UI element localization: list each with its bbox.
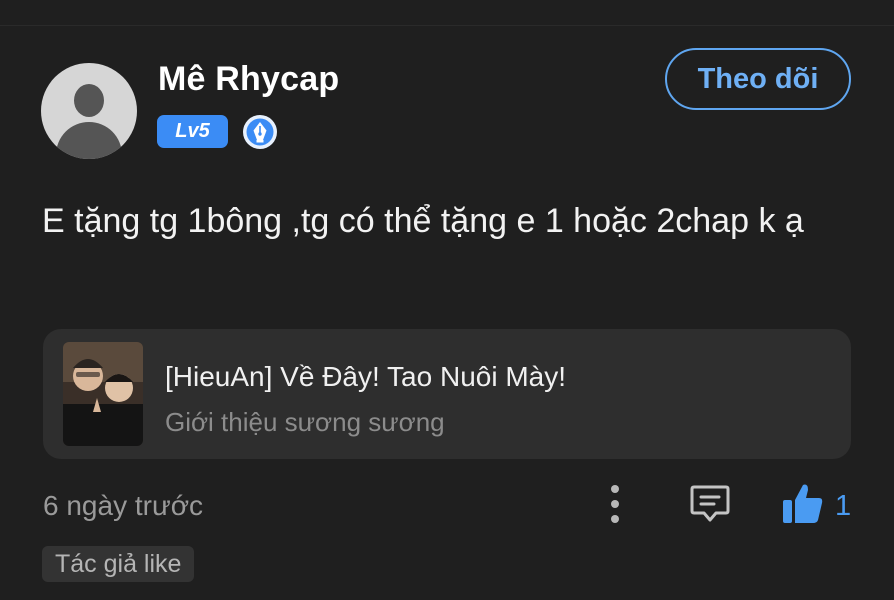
avatar[interactable] — [41, 63, 137, 159]
follow-button[interactable]: Theo dõi — [665, 48, 851, 110]
avatar-shoulders — [56, 122, 122, 159]
more-vertical-icon[interactable] — [598, 482, 632, 526]
story-card[interactable]: [HieuAn] Về Đây! Tao Nuôi Mày! Giới thiệ… — [43, 329, 851, 459]
level-badge: Lv5 — [157, 115, 228, 148]
username[interactable]: Mê Rhycap — [158, 60, 339, 99]
comment-text: E tặng tg 1bông ,tg có thể tặng e 1 hoặc… — [42, 202, 804, 240]
author-like-tag: Tác giả like — [42, 546, 195, 582]
comment-timestamp: 6 ngày trước — [43, 490, 204, 521]
thumbs-up-icon[interactable] — [781, 481, 825, 525]
comment-reply-icon[interactable] — [689, 483, 731, 525]
story-cover-image — [63, 342, 143, 446]
top-divider — [0, 25, 894, 26]
like-count: 1 — [835, 490, 852, 522]
pen-badge-icon — [243, 115, 277, 149]
avatar-head — [74, 84, 104, 117]
story-title: [HieuAn] Về Đây! Tao Nuôi Mày! — [165, 361, 567, 392]
story-subtitle: Giới thiệu sương sương — [165, 407, 445, 437]
